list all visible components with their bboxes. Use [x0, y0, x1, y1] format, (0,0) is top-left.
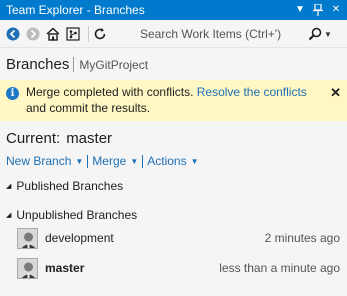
avatar [17, 257, 38, 279]
page-title[interactable]: Branches [6, 56, 69, 73]
branch-row-master[interactable]: master less than a minute ago [17, 254, 347, 282]
search-box[interactable]: ▼ [136, 23, 341, 45]
chevron-down-icon: ▼ [75, 156, 84, 166]
action-separator [142, 154, 144, 168]
header-divider [73, 56, 75, 72]
chevron-down-icon: ▼ [130, 156, 139, 166]
current-label: Current: [6, 130, 61, 147]
home-icon[interactable] [45, 26, 61, 42]
avatar [17, 227, 38, 249]
branch-name: development [45, 231, 114, 245]
window-title: Team Explorer - Branches [6, 3, 145, 17]
search-icon[interactable] [308, 27, 322, 41]
dismiss-notification-icon[interactable]: ✕ [330, 86, 341, 99]
notification-text: Merge completed with conflicts. [26, 85, 197, 99]
collapse-triangle-icon[interactable]: ◢ [6, 182, 11, 190]
current-branch: Current: master [6, 130, 112, 147]
info-icon: i [6, 87, 19, 100]
section-title: Unpublished Branches [16, 208, 138, 222]
new-branch-button[interactable]: New Branch ▼ [6, 154, 83, 168]
title-bar: Team Explorer - Branches ▼ ✕ [0, 0, 347, 20]
search-input[interactable] [136, 24, 306, 44]
resolve-conflicts-link[interactable]: Resolve the conflicts [197, 85, 307, 99]
new-branch-label: New Branch [6, 154, 72, 168]
branch-timestamp: less than a minute ago [219, 261, 340, 275]
current-branch-name: master [66, 130, 113, 147]
branch-timestamp: 2 minutes ago [264, 231, 340, 245]
action-separator [87, 154, 89, 168]
actions-button[interactable]: Actions ▼ [147, 154, 198, 168]
notification-text-2: and commit the results. [26, 101, 151, 115]
page-header: Branches MyGitProject [0, 49, 347, 79]
chevron-down-icon: ▼ [190, 156, 199, 166]
branch-row-development[interactable]: development 2 minutes ago [17, 224, 347, 252]
branch-name: master [45, 261, 85, 275]
branch-actions-bar: New Branch ▼ Merge ▼ Actions ▼ [6, 154, 199, 168]
merge-label: Merge [92, 154, 127, 168]
pin-icon[interactable] [312, 4, 324, 16]
unpublished-branches-header[interactable]: ◢ Unpublished Branches [6, 208, 137, 222]
refresh-icon[interactable] [92, 26, 108, 42]
forward-icon[interactable] [25, 26, 41, 42]
git-icon[interactable] [65, 26, 81, 42]
published-branches-header[interactable]: ◢ Published Branches [6, 179, 123, 193]
collapse-triangle-icon[interactable]: ◢ [6, 211, 11, 219]
project-name[interactable]: MyGitProject [79, 58, 148, 72]
toolbar-separator [88, 25, 89, 42]
close-icon[interactable]: ✕ [330, 4, 342, 16]
section-title: Published Branches [16, 179, 124, 193]
notification-message: Merge completed with conflicts. Resolve … [26, 84, 326, 117]
dropdown-icon[interactable]: ▼ [294, 4, 306, 16]
search-dropdown-icon[interactable]: ▼ [324, 30, 332, 39]
back-icon[interactable] [5, 26, 21, 42]
merge-conflict-notification: i Merge completed with conflicts. Resolv… [0, 80, 347, 121]
merge-button[interactable]: Merge ▼ [92, 154, 138, 168]
actions-label: Actions [147, 154, 187, 168]
